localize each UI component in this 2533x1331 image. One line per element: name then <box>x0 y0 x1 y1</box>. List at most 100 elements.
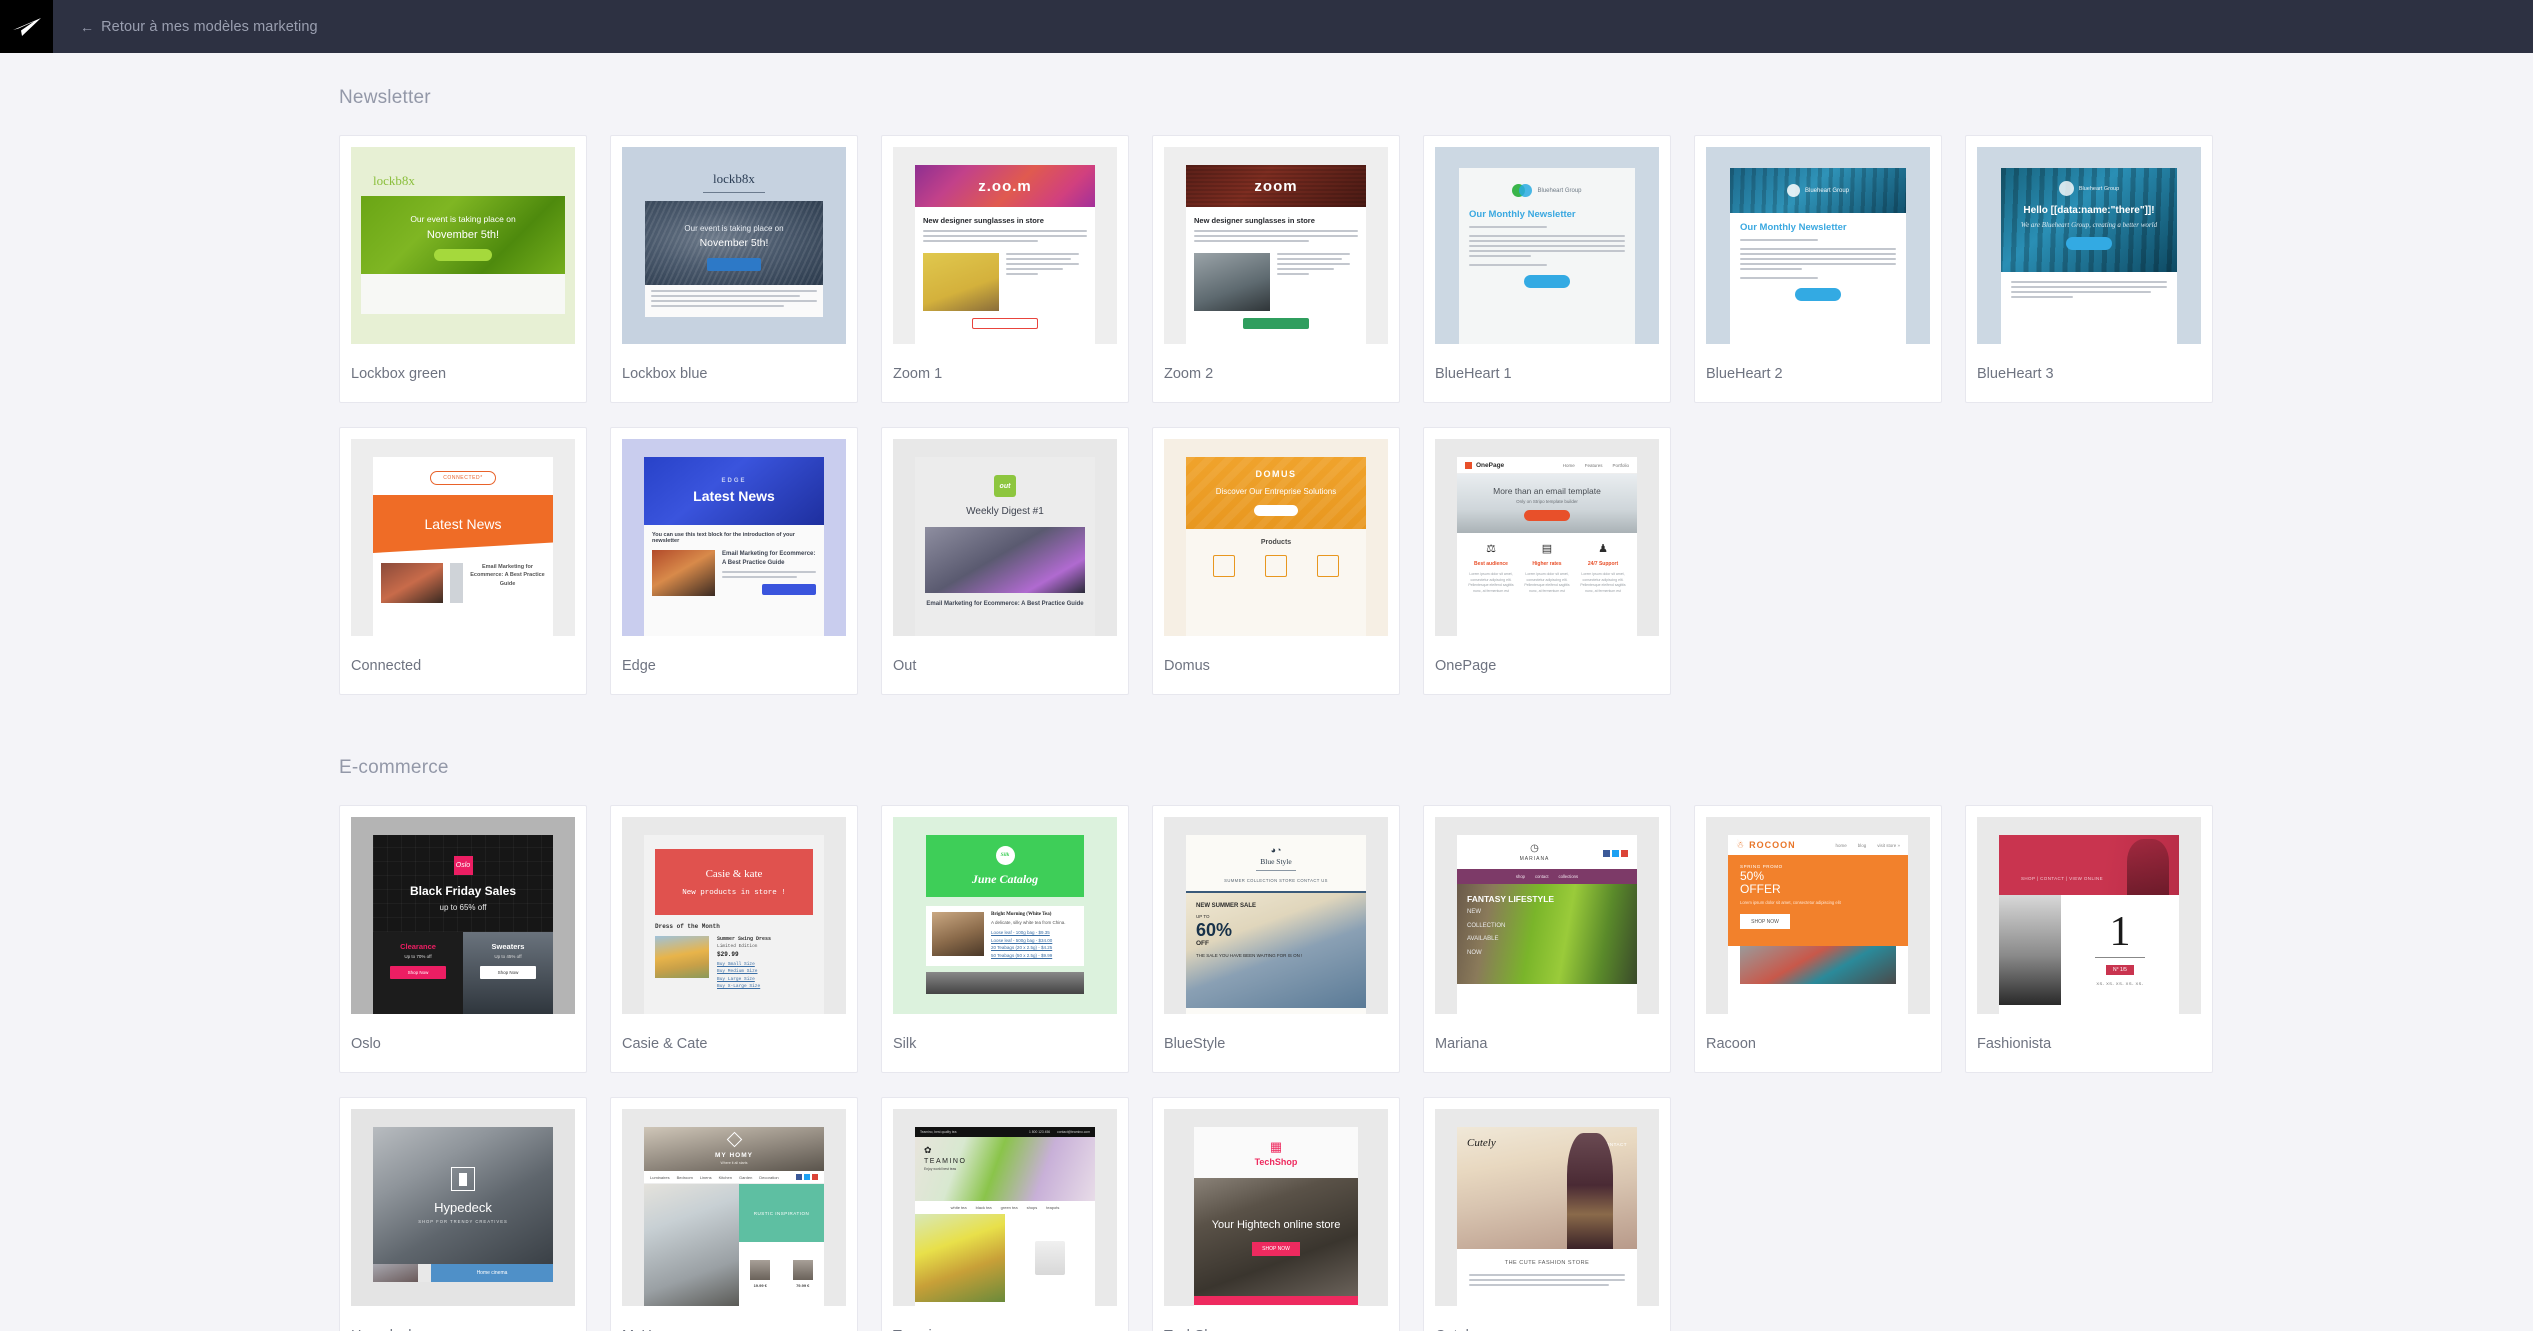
template-card-mariana[interactable]: ◷ MARIANA shop contact collections FANTA… <box>1423 805 1671 1073</box>
preview-section-title: Products <box>1260 539 1292 546</box>
preview-brand: ROCOON <box>1749 840 1796 850</box>
preview-image <box>655 936 709 978</box>
template-card-fashionista[interactable]: SHOP | CONTACT | VIEW ONLINE 1 N° 1/5 XS… <box>1965 805 2213 1073</box>
preview-brand: zoom <box>1254 177 1298 195</box>
preview-feature-body: Lorem ipsum dolor sit amet, consectetur … <box>1580 572 1626 593</box>
preview-nav-item: visit store » <box>1877 842 1900 848</box>
template-thumbnail[interactable]: Blueheart Group Hello [[data:name:"there… <box>1977 147 2201 344</box>
template-thumbnail[interactable]: Casie & kate New products in store ! Dre… <box>622 817 846 1014</box>
twitter-icon <box>1612 849 1619 857</box>
preview-image <box>652 550 715 596</box>
template-card-silk[interactable]: Silk June Catalog Bright Morning (White … <box>881 805 1129 1073</box>
template-thumbnail[interactable]: OnePage Home Features Portfolio More tha… <box>1435 439 1659 636</box>
template-card-connected[interactable]: CONNECTED* Latest News Email Marketing f… <box>339 427 587 695</box>
template-card-edge[interactable]: EDGE Latest News You can use this text b… <box>610 427 858 695</box>
template-name: Edge <box>622 658 656 674</box>
template-card-bluestyle[interactable]: ◕◔ Blue Style SUMMER COLLECTION STORE CO… <box>1152 805 1400 1073</box>
preview-nav-item: Home <box>1562 462 1575 468</box>
preview-tile-cta: Shop Now <box>390 966 446 979</box>
template-thumbnail[interactable]: z.oo.m New designer sunglasses in store <box>893 147 1117 344</box>
preview-lead: You can use this text block for the intr… <box>652 532 795 544</box>
preview-product-link: 20 Teabags (20 x 2.5g) - $4.25 <box>991 945 1053 951</box>
template-thumbnail[interactable]: Silk June Catalog Bright Morning (White … <box>893 817 1117 1014</box>
template-card-lockbox-blue[interactable]: lockb8x Our event is taking place on Nov… <box>610 135 858 403</box>
template-card-zoom-2[interactable]: zoom New designer sunglasses in store Zo… <box>1152 135 1400 403</box>
template-card-out[interactable]: out Weekly Digest #1 Email Marketing for… <box>881 427 1129 695</box>
template-thumbnail[interactable]: ☃ ROCOON home blog visit store » SPRING … <box>1706 817 1930 1014</box>
preview-brand: lockb8x <box>373 173 415 188</box>
preview-nav-item: shops <box>1026 1205 1038 1210</box>
template-card-lockbox-green[interactable]: lockb8x Our event is taking place on Nov… <box>339 135 587 403</box>
section-newsletter: Newsletter lockb8x Our event is taking p… <box>0 53 2533 695</box>
template-name: Racoon <box>1706 1036 1756 1052</box>
preview-heading: Discover Our Entreprise Solutions <box>1215 487 1337 496</box>
template-card-cutely[interactable]: Cutely SHOP CONTACT THE CUTE FASHION STO… <box>1423 1097 1671 1331</box>
template-thumbnail[interactable]: SHOP | CONTACT | VIEW ONLINE 1 N° 1/5 XS… <box>1977 817 2201 1014</box>
preview-nav-item: shop <box>1515 874 1525 879</box>
template-thumbnail[interactable]: Hypedeck SHOP FOR TRENDY CREATIVES Home … <box>351 1109 575 1306</box>
facebook-icon <box>1603 849 1610 857</box>
preview-heading: Black Friday Sales <box>409 883 517 898</box>
template-thumbnail[interactable]: Cutely SHOP CONTACT THE CUTE FASHION STO… <box>1435 1109 1659 1306</box>
preview-line: NOW <box>1467 949 1482 956</box>
preview-tag: N° 1/5 <box>2106 965 2134 976</box>
template-card-oslo[interactable]: Oslo Black Friday Sales up to 65% off Cl… <box>339 805 587 1073</box>
preview-image <box>1035 1241 1065 1275</box>
preview-logo-text: Blueheart Group <box>2078 185 2120 192</box>
preview-image <box>2127 839 2169 895</box>
template-thumbnail[interactable]: Blueheart Group Our Monthly Newsletter <box>1435 147 1659 344</box>
template-card-blueheart-3[interactable]: Blueheart Group Hello [[data:name:"there… <box>1965 135 2213 403</box>
diamond-logo-icon <box>726 1131 742 1147</box>
template-card-hypedeck[interactable]: Hypedeck SHOP FOR TRENDY CREATIVES Home … <box>339 1097 587 1331</box>
template-thumbnail[interactable]: Blueheart Group Our Monthly Newsletter <box>1706 147 1930 344</box>
template-card-onepage[interactable]: OnePage Home Features Portfolio More tha… <box>1423 427 1671 695</box>
template-card-casie-cate[interactable]: Casie & kate New products in store ! Dre… <box>610 805 858 1073</box>
preview-nav-item: white tea <box>950 1205 967 1210</box>
preview-image <box>915 1214 1005 1302</box>
template-card-blueheart-2[interactable]: Blueheart Group Our Monthly Newsletter B… <box>1694 135 1942 403</box>
back-to-templates-link[interactable]: ← Retour à mes modèles marketing <box>53 0 318 53</box>
preview-heading: FANTASY LIFESTYLE <box>1467 894 1555 904</box>
template-card-techshop[interactable]: ▦ TechShop Your Hightech online store SH… <box>1152 1097 1400 1331</box>
template-thumbnail[interactable]: Teamino, best quality tea 1 800 123 456 … <box>893 1109 1117 1306</box>
template-thumbnail[interactable]: CONNECTED* Latest News Email Marketing f… <box>351 439 575 636</box>
chip-icon: ▦ <box>1269 1139 1283 1154</box>
preview-caption: Email Marketing for Ecommerce: A Best Pr… <box>722 551 816 566</box>
template-thumbnail[interactable]: MY HOMY Where it all starts Luminaires B… <box>622 1109 846 1306</box>
product-icon <box>1213 555 1235 577</box>
template-name: Cutely <box>1424 1306 1670 1331</box>
preview-product-price: $29.99 <box>717 951 739 958</box>
preview-tile-cta: Shop Now <box>480 966 536 979</box>
template-name: Casie & Cate <box>622 1036 708 1052</box>
preview-image <box>1999 895 2061 1005</box>
glasses-icon: ◕◔ <box>1270 845 1282 855</box>
template-thumbnail[interactable]: EDGE Latest News You can use this text b… <box>622 439 846 636</box>
template-card-racoon[interactable]: ☃ ROCOON home blog visit store » SPRING … <box>1694 805 1942 1073</box>
template-thumbnail[interactable]: lockb8x Our event is taking place on Nov… <box>622 147 846 344</box>
preview-heading: Our Monthly Newsletter <box>1740 222 1847 233</box>
template-card-myhomy[interactable]: MY HOMY Where it all starts Luminaires B… <box>610 1097 858 1331</box>
paper-plane-icon <box>12 17 41 36</box>
template-card-teamino[interactable]: Teamino, best quality tea 1 800 123 456 … <box>881 1097 1129 1331</box>
template-thumbnail[interactable]: DOMUS Discover Our Entreprise Solutions … <box>1164 439 1388 636</box>
template-thumbnail[interactable]: Oslo Black Friday Sales up to 65% off Cl… <box>351 817 575 1014</box>
preview-feature-label: Higher rates <box>1532 561 1562 567</box>
twitter-icon <box>804 1174 810 1180</box>
template-row: Oslo Black Friday Sales up to 65% off Cl… <box>339 805 2409 1073</box>
template-card-blueheart-1[interactable]: Blueheart Group Our Monthly Newsletter B… <box>1423 135 1671 403</box>
template-thumbnail[interactable]: ▦ TechShop Your Hightech online store SH… <box>1164 1109 1388 1306</box>
preview-image <box>926 971 1084 994</box>
template-card-zoom-1[interactable]: z.oo.m New designer sunglasses in store <box>881 135 1129 403</box>
template-thumbnail[interactable]: zoom New designer sunglasses in store <box>1164 147 1388 344</box>
template-thumbnail[interactable]: ◕◔ Blue Style SUMMER COLLECTION STORE CO… <box>1164 817 1388 1014</box>
template-thumbnail[interactable]: out Weekly Digest #1 Email Marketing for… <box>893 439 1117 636</box>
preview-cta <box>434 249 492 261</box>
preview-cta: SHOP NOW <box>1740 914 1790 930</box>
template-thumbnail[interactable]: lockb8x Our event is taking place on Nov… <box>351 147 575 344</box>
section-ecommerce: E-commerce Oslo Black Friday Sales up to… <box>0 695 2533 1331</box>
app-logo[interactable] <box>0 0 53 53</box>
template-thumbnail[interactable]: ◷ MARIANA shop contact collections FANTA… <box>1435 817 1659 1014</box>
racoon-icon: ☃ <box>1736 839 1745 850</box>
preview-topbar-phone: 1 800 123 456 <box>1029 1130 1051 1134</box>
template-card-domus[interactable]: DOMUS Discover Our Entreprise Solutions … <box>1152 427 1400 695</box>
